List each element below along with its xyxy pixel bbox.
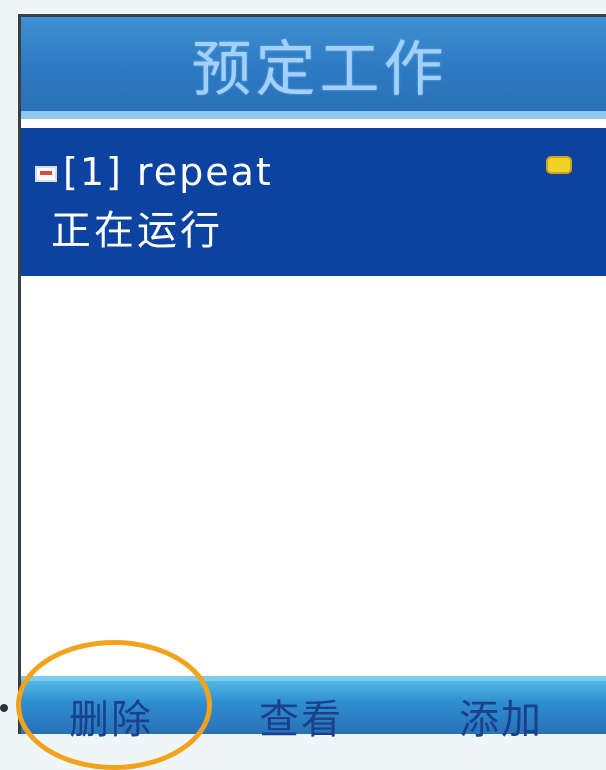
task-list: [1] repeat 正在运行: [21, 128, 606, 676]
softkey-bar: 删除 查看 添加: [21, 676, 606, 743]
task-title: [1] repeat: [63, 150, 273, 194]
page-title: 预定工作: [191, 34, 448, 105]
phone-screen: 预定工作 [1] repeat 正在运行 删除 查看 添加: [18, 14, 606, 743]
edge-dot: [0, 704, 8, 712]
list-item[interactable]: [1] repeat 正在运行: [21, 128, 606, 276]
view-button[interactable]: 查看: [259, 687, 343, 745]
add-button[interactable]: 添加: [459, 687, 543, 745]
title-bar: 预定工作: [21, 17, 606, 119]
delete-button[interactable]: 删除: [69, 687, 153, 745]
mail-icon: [35, 166, 57, 182]
flag-icon: [548, 158, 570, 172]
task-status: 正在运行: [51, 208, 223, 254]
